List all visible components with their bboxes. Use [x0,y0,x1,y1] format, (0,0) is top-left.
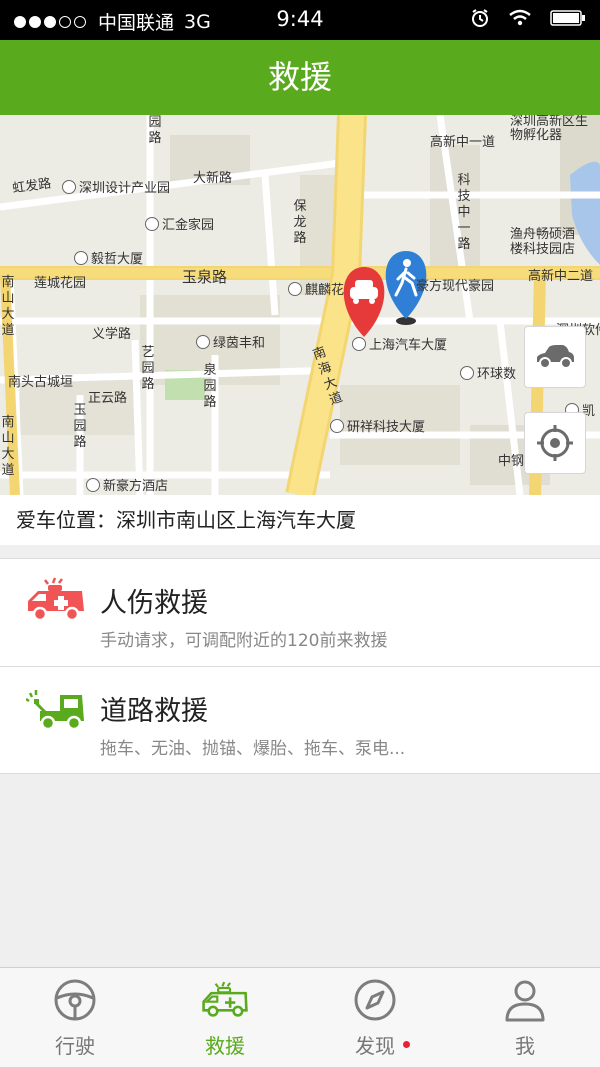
wifi-icon [509,9,531,26]
locate-me-button[interactable] [524,412,586,474]
tab-bar: 行驶 救援 发现 我 [0,967,600,1067]
map-label: 中钢 [498,454,525,469]
map-label: 莲城花园 [34,276,87,291]
map-label: 南山大道 [1,275,15,338]
map-label: 泉园路 [203,363,217,410]
map-label: 深圳高新区生物孵化器 [510,115,589,143]
battery-icon [550,10,585,26]
ambulance-icon [28,577,84,622]
map-label: 大新路 [193,171,233,186]
map-label: 南山大道 [1,415,15,478]
status-bar: 中国联通 3G 9:44 [0,0,600,40]
map-label: 渔舟畅硕酒楼科技园店 [510,227,576,257]
tab-label: 行驶 [55,1034,95,1058]
map-poi-label: 深圳设计产业园 [62,177,170,196]
map-label: 园路 [148,115,162,146]
service-desc: 手动请求，可调配附近的120前来救援 [100,631,388,651]
map-label: 玉泉路 [182,268,228,286]
steering-wheel-icon [54,979,96,1021]
map-poi-label: 麒麟花 [288,279,344,298]
tab-label: 发现 [355,1034,395,1058]
tab-label: 我 [515,1034,535,1058]
map-label: 南头古城垣 [8,375,74,390]
ambulance-icon [202,981,248,1017]
map-label: 玉园路 [73,403,87,450]
car-icon [537,345,574,369]
alarm-icon [472,9,488,27]
crosshair-icon [537,425,573,461]
user-icon [505,980,545,1022]
map-label: 正云路 [88,391,128,406]
tab-me[interactable]: 我 [450,968,600,1067]
map-view[interactable]: 虹发路 深圳设计产业园 大新路 汇金家园 毅哲大厦 莲城花园 玉泉路 麒麟花 豪… [0,115,600,495]
service-desc: 拖车、无油、抛锚、爆胎、拖车、泵电... [100,739,406,759]
map-label: 高新中一道 [430,135,496,150]
locate-car-button[interactable] [524,326,586,388]
nav-bar: 救援 [0,40,600,115]
map-label: 高新中二道 [528,269,594,284]
tab-label: 救援 [205,1034,245,1058]
car-location-text: 爱车位置：深圳市南山区上海汽车大厦 [0,495,600,545]
map-poi-label: 环球数 [460,363,516,382]
injury-rescue-item[interactable]: 人伤救援 手动请求，可调配附近的120前来救援 [0,559,600,666]
map-label: 豪方现代豪园 [416,279,495,294]
service-title: 人伤救援 [100,588,208,619]
tab-discover[interactable]: 发现 [300,968,450,1067]
page-title: 救援 [267,58,332,96]
map-poi-label: 绿茵丰和 [196,332,265,351]
map-label: 艺园路 [141,345,155,392]
road-rescue-item[interactable]: 道路救援 拖车、无油、抛锚、爆胎、拖车、泵电... [0,666,600,773]
rescue-service-list: 人伤救援 手动请求，可调配附近的120前来救援 道路救援 拖车、无油、抛锚、爆胎… [0,558,600,774]
map-label: 保龙路 [293,199,307,246]
map-poi-label: 新豪方酒店 [86,475,168,494]
compass-icon [354,979,396,1021]
map-base [0,115,600,495]
map-poi-label: 上海汽车大厦 [352,334,447,353]
map-label: 义学路 [92,327,132,342]
tab-driving[interactable]: 行驶 [0,968,150,1067]
new-badge [403,1041,410,1048]
service-title: 道路救援 [100,696,208,727]
map-label: 科技中一路 [457,173,471,252]
map-poi-label: 研祥科技大厦 [330,416,425,435]
tab-rescue[interactable]: 救援 [150,968,300,1067]
tow-truck-icon [26,690,84,731]
map-poi-label: 汇金家园 [145,214,214,233]
map-poi-label: 毅哲大厦 [74,248,143,267]
